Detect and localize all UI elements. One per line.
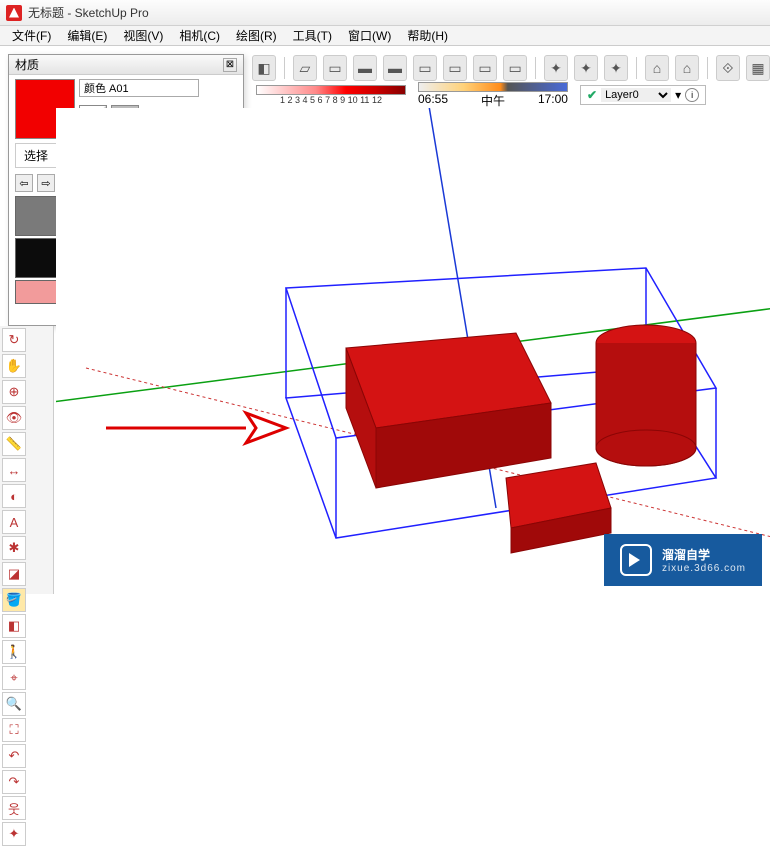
tool-walk[interactable]: 🚶 [2,640,26,664]
toolbar-icon[interactable]: ▱ [293,55,317,81]
color-ruler: 1 2 3 4 5 6 7 8 9 10 11 12 [256,85,406,105]
tool-section[interactable]: ◪ [2,562,26,586]
menu-help[interactable]: 帮助(H) [399,25,456,46]
toolbar-icon[interactable]: ✦ [544,55,568,81]
tool-pan[interactable]: ✋ [2,354,26,378]
layer-dropdown[interactable]: Layer0 [601,88,671,102]
lock-icon[interactable]: i [685,88,699,102]
dropdown-icon[interactable]: ▾ [675,88,681,102]
separator [284,57,285,79]
menu-tools[interactable]: 工具(T) [285,25,340,46]
watermark-badge: 溜溜自学 zixue.3d66.com [604,534,762,586]
material-name-input[interactable] [79,79,199,97]
tool-text[interactable]: A [2,510,26,534]
tool-position[interactable]: ⌖ [2,666,26,690]
tool-zoom-extents[interactable]: ⛶ [2,718,26,742]
materials-panel-title: 材质 [15,56,39,73]
separator [707,57,708,79]
layer-selector[interactable]: ✔ Layer0 ▾ i [580,85,706,105]
watermark-brand: 溜溜自学 [662,548,710,562]
nav-back-icon[interactable]: ⇦ [15,174,33,192]
app-icon [6,5,22,21]
toolbar-icon[interactable]: ▭ [413,55,437,81]
tool-tape[interactable]: 📏 [2,432,26,456]
time-labels: 06:55 中午 17:00 [418,92,568,109]
panel-close-icon[interactable]: ⊠ [223,58,237,72]
watermark-sub: zixue.3d66.com [662,563,746,574]
tool-axes[interactable]: ✱ [2,536,26,560]
check-icon: ✔ [587,88,597,102]
tool-zoom-window[interactable]: 🔍 [2,692,26,716]
time-end: 17:00 [538,92,568,109]
tool-orbit[interactable]: ↻ [2,328,26,352]
tool-look[interactable]: 👁 [2,406,26,430]
time-mid: 中午 [481,92,505,109]
materials-panel-titlebar[interactable]: 材质 ⊠ [9,55,243,75]
nav-forward-icon[interactable]: ⇨ [37,174,55,192]
toolbar-icon[interactable]: ▬ [353,55,377,81]
time-ruler: 06:55 中午 17:00 [418,82,568,109]
tool-previous[interactable]: ↶ [2,744,26,768]
viewport-3d[interactable] [56,108,770,594]
toolbar-icon[interactable]: ✦ [574,55,598,81]
tool-paint[interactable]: 🪣 [2,588,26,612]
tool-person[interactable]: 웃 [2,796,26,820]
toolbar-icon[interactable]: ▭ [473,55,497,81]
toolbar-icon[interactable]: ▦ [746,55,770,81]
time-start: 06:55 [418,92,448,109]
menu-draw[interactable]: 绘图(R) [228,25,285,46]
toolbar-icon[interactable]: ◧ [252,55,276,81]
color-gradient-bar[interactable] [256,85,406,95]
menu-edit[interactable]: 编辑(E) [59,25,115,46]
toolbar-icon[interactable]: ▭ [503,55,527,81]
tool-misc[interactable]: ✦ [2,822,26,846]
toolbar-icon[interactable]: ⟐ [716,55,740,81]
status-row: 1 2 3 4 5 6 7 8 9 10 11 12 06:55 中午 17:0… [256,84,766,106]
menu-view[interactable]: 视图(V) [115,25,171,46]
menu-bar: 文件(F) 编辑(E) 视图(V) 相机(C) 绘图(R) 工具(T) 窗口(W… [0,26,770,46]
menu-file[interactable]: 文件(F) [4,25,59,46]
toolbar-icon[interactable]: ▭ [443,55,467,81]
tool-dimension[interactable]: ↔ [2,458,26,482]
menu-window[interactable]: 窗口(W) [340,25,399,46]
menu-camera[interactable]: 相机(C) [171,25,228,46]
separator [535,57,536,79]
tab-select[interactable]: 选择 [15,143,57,167]
ruler-numbers: 1 2 3 4 5 6 7 8 9 10 11 12 [280,95,382,105]
separator [636,57,637,79]
play-icon [620,544,652,576]
toolbar-icon[interactable]: ⌂ [645,55,669,81]
time-gradient-bar[interactable] [418,82,568,92]
tool-next[interactable]: ↷ [2,770,26,794]
left-toolbar: ↻ ✋ ⊕ 👁 📏 ↔ ◐ A ✱ ◪ 🪣 ◧ 🚶 ⌖ 🔍 ⛶ ↶ ↷ 웃 ✦ [0,326,54,594]
tool-eraser[interactable]: ◧ [2,614,26,638]
tool-protractor[interactable]: ◐ [2,484,26,508]
toolbar-icon[interactable]: ⌂ [675,55,699,81]
window-title: 无标题 - SketchUp Pro [28,4,149,21]
toolbar-icon[interactable]: ✦ [604,55,628,81]
toolbar-icon[interactable]: ▭ [323,55,347,81]
toolbar-icon[interactable]: ▬ [383,55,407,81]
title-bar: 无标题 - SketchUp Pro [0,0,770,26]
tool-zoom[interactable]: ⊕ [2,380,26,404]
